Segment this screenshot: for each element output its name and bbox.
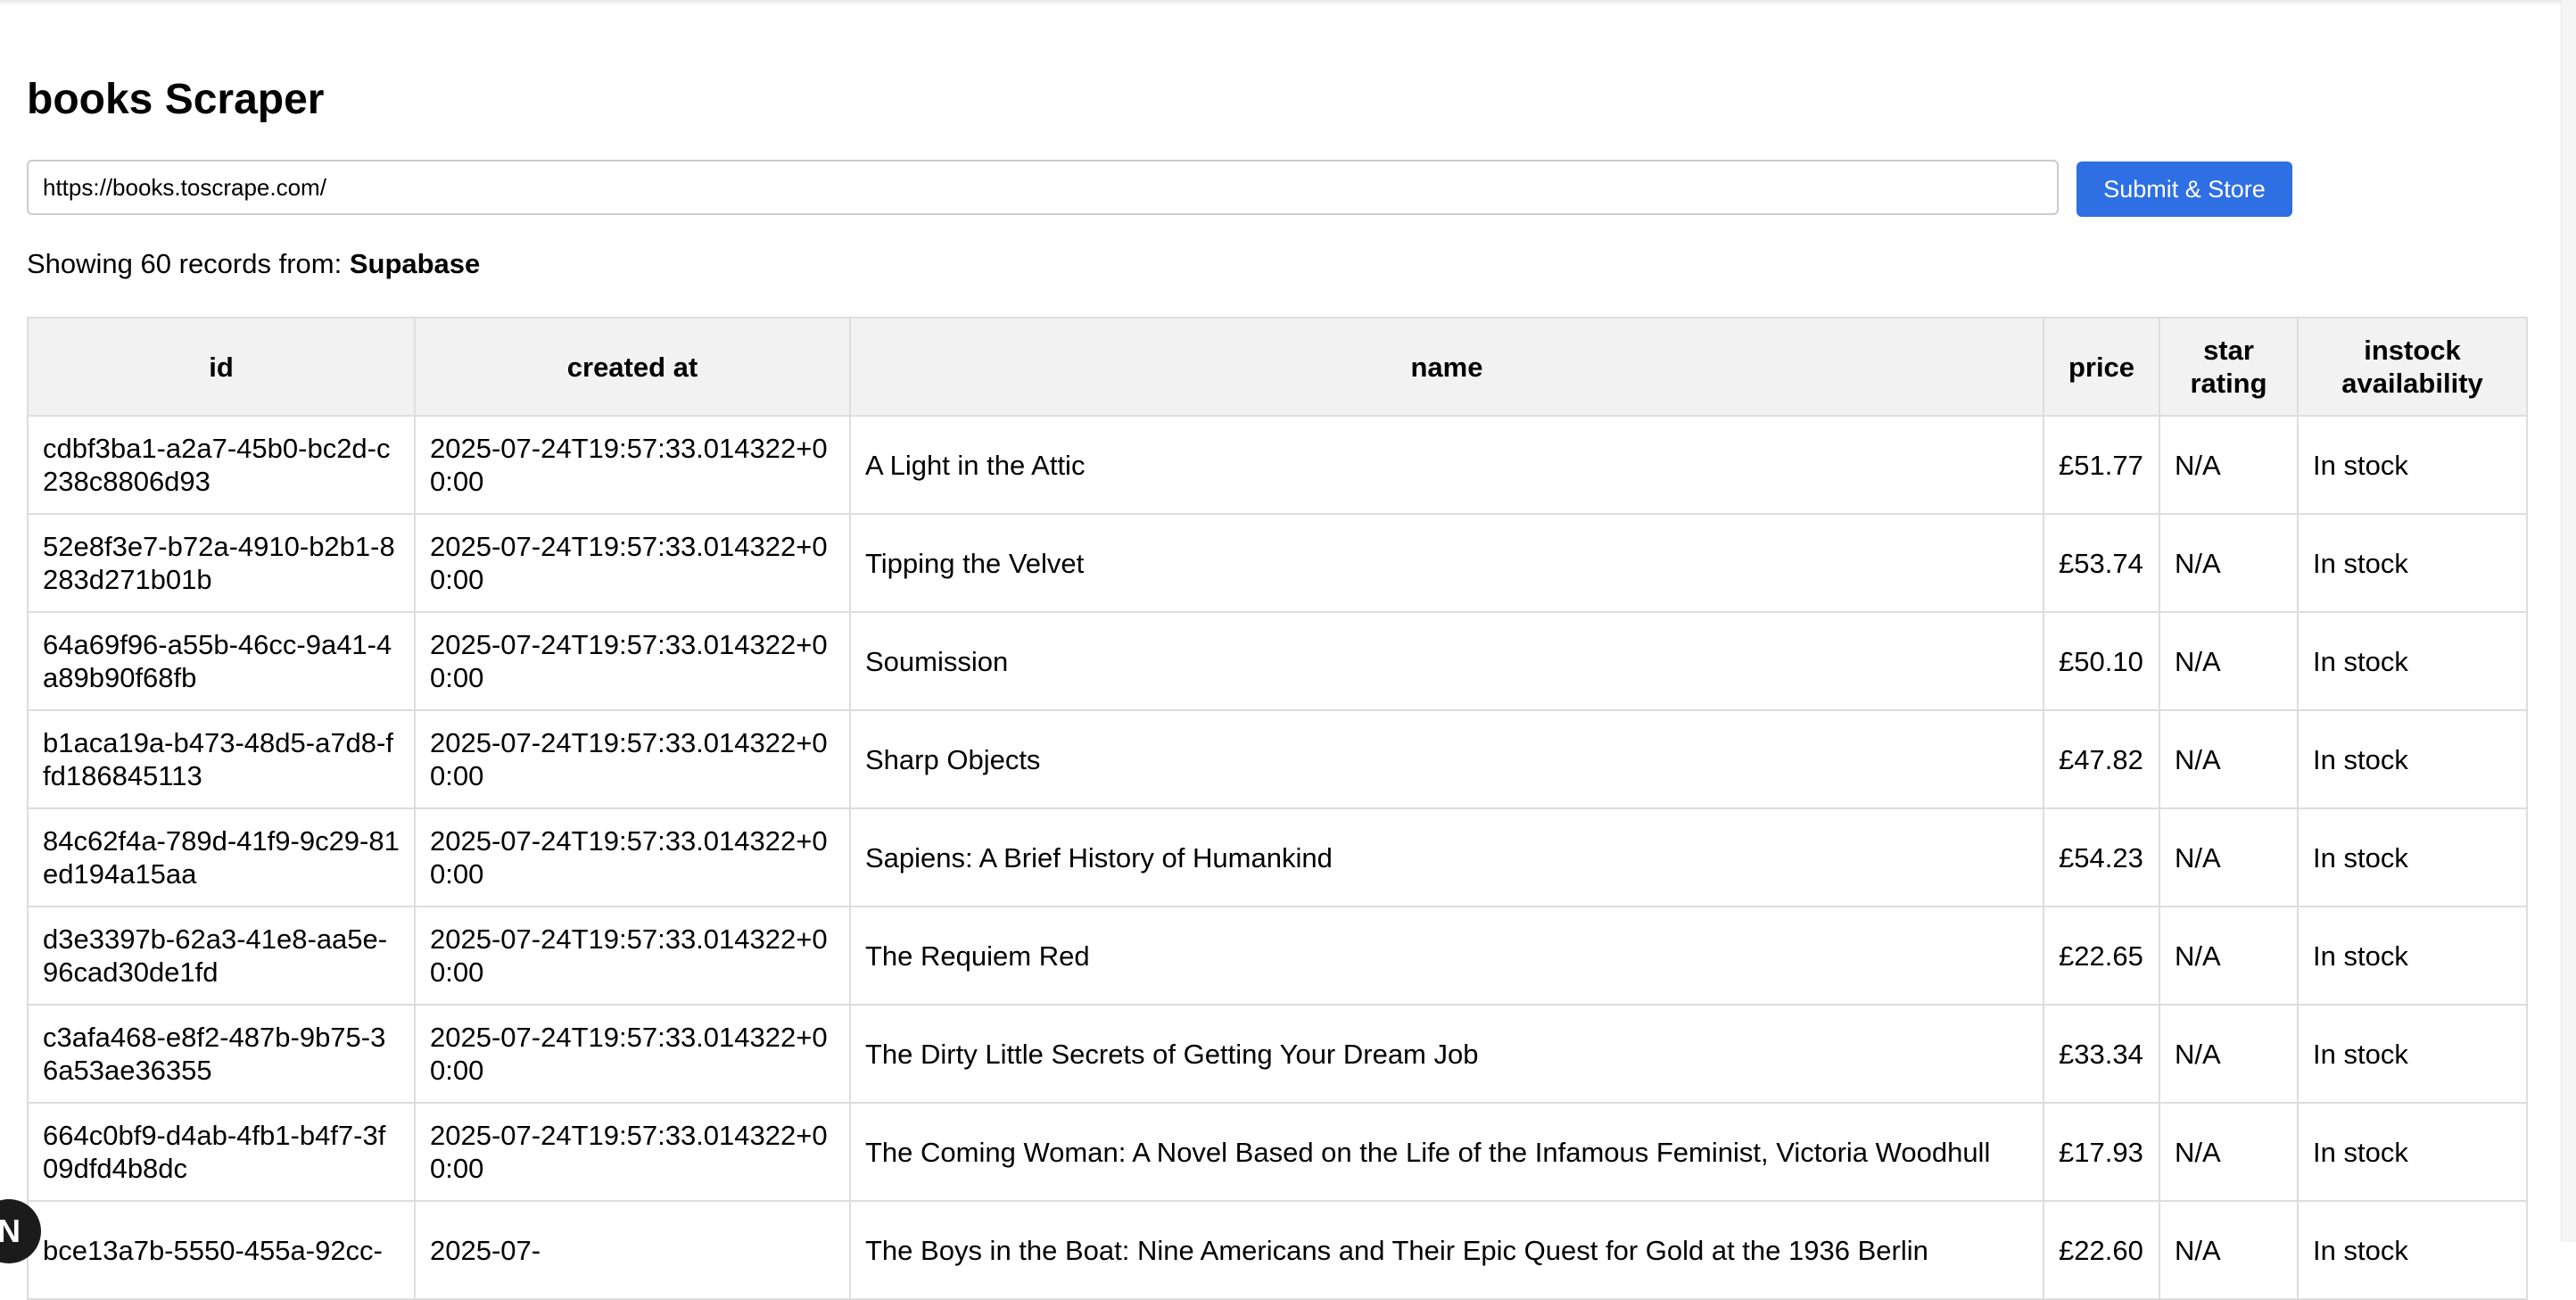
cell-price: £17.93 (2043, 1102, 2160, 1202)
records-source: Supabase (349, 248, 481, 279)
cell-id: bce13a7b-5550-455a-92cc- (27, 1200, 416, 1300)
cell-id: 64a69f96-a55b-46cc-9a41-4a89b90f68fb (27, 611, 416, 711)
table-row: 64a69f96-a55b-46cc-9a41-4a89b90f68fb 202… (27, 611, 2528, 711)
column-header-created-at[interactable]: created at (414, 317, 851, 417)
window-top-shadow (0, 0, 2562, 5)
cell-price: £51.77 (2043, 415, 2160, 515)
cell-availability: In stock (2297, 513, 2528, 613)
cell-name: Sharp Objects (849, 709, 2044, 809)
cell-id: 52e8f3e7-b72a-4910-b2b1-8283d271b01b (27, 513, 416, 613)
table-header-row: id created at name price star rating ins… (27, 317, 2528, 417)
column-header-star-rating[interactable]: star rating (2159, 317, 2299, 417)
cell-star-rating: N/A (2159, 807, 2299, 907)
column-header-id[interactable]: id (27, 317, 416, 417)
cell-id: c3afa468-e8f2-487b-9b75-36a53ae36355 (27, 1004, 416, 1104)
table-row: b1aca19a-b473-48d5-a7d8-ffd186845113 202… (27, 709, 2528, 809)
column-header-price[interactable]: price (2043, 317, 2160, 417)
cell-price: £33.34 (2043, 1004, 2160, 1104)
cell-created-at: 2025-07-24T19:57:33.014322+00:00 (414, 709, 851, 809)
cell-created-at: 2025-07-24T19:57:33.014322+00:00 (414, 807, 851, 907)
records-status-prefix: Showing 60 records from: (27, 248, 350, 279)
cell-price: £54.23 (2043, 807, 2160, 907)
cell-price: £22.60 (2043, 1200, 2160, 1300)
cell-id: 664c0bf9-d4ab-4fb1-b4f7-3f09dfd4b8dc (27, 1102, 416, 1202)
table-row: cdbf3ba1-a2a7-45b0-bc2d-c238c8806d93 202… (27, 415, 2528, 515)
column-header-availability[interactable]: instock availability (2297, 317, 2528, 417)
books-table: id created at name price star rating ins… (27, 317, 2528, 1300)
column-header-name[interactable]: name (849, 317, 2044, 417)
cell-name: Sapiens: A Brief History of Humankind (849, 807, 2044, 907)
cell-availability: In stock (2297, 1200, 2528, 1300)
cell-price: £50.10 (2043, 611, 2160, 711)
cell-availability: In stock (2297, 1004, 2528, 1104)
scrollbar[interactable] (2561, 0, 2576, 1242)
cell-created-at: 2025-07-24T19:57:33.014322+00:00 (414, 611, 851, 711)
cell-price: £47.82 (2043, 709, 2160, 809)
cell-name: Soumission (849, 611, 2044, 711)
cell-name: The Coming Woman: A Novel Based on the L… (849, 1102, 2044, 1202)
cell-created-at: 2025-07-24T19:57:33.014322+00:00 (414, 513, 851, 613)
cell-created-at: 2025-07-24T19:57:33.014322+00:00 (414, 1004, 851, 1104)
cell-id: 84c62f4a-789d-41f9-9c29-81ed194a15aa (27, 807, 416, 907)
cell-created-at: 2025-07-24T19:57:33.014322+00:00 (414, 415, 851, 515)
cell-id: cdbf3ba1-a2a7-45b0-bc2d-c238c8806d93 (27, 415, 416, 515)
cell-star-rating: N/A (2159, 906, 2299, 1006)
cell-created-at: 2025-07-24T19:57:33.014322+00:00 (414, 1102, 851, 1202)
cell-name: A Light in the Attic (849, 415, 2044, 515)
cell-star-rating: N/A (2159, 1200, 2299, 1300)
cell-availability: In stock (2297, 1102, 2528, 1202)
cell-created-at: 2025-07-24T19:57:33.014322+00:00 (414, 906, 851, 1006)
cell-id: d3e3397b-62a3-41e8-aa5e-96cad30de1fd (27, 906, 416, 1006)
cell-star-rating: N/A (2159, 709, 2299, 809)
table-row: 52e8f3e7-b72a-4910-b2b1-8283d271b01b 202… (27, 513, 2528, 613)
cell-star-rating: N/A (2159, 415, 2299, 515)
table-row: bce13a7b-5550-455a-92cc- 2025-07- The Bo… (27, 1200, 2528, 1300)
cell-star-rating: N/A (2159, 611, 2299, 711)
cell-availability: In stock (2297, 709, 2528, 809)
table-row: 84c62f4a-789d-41f9-9c29-81ed194a15aa 202… (27, 807, 2528, 907)
page-title: books Scraper (27, 76, 325, 123)
url-input[interactable] (27, 160, 2059, 215)
cell-star-rating: N/A (2159, 1004, 2299, 1104)
cell-name: The Dirty Little Secrets of Getting Your… (849, 1004, 2044, 1104)
table-row: c3afa468-e8f2-487b-9b75-36a53ae36355 202… (27, 1004, 2528, 1104)
records-status: Showing 60 records from: Supabase (27, 246, 480, 282)
cell-star-rating: N/A (2159, 513, 2299, 613)
submit-store-button[interactable]: Submit & Store (2076, 161, 2292, 217)
cell-star-rating: N/A (2159, 1102, 2299, 1202)
cell-price: £53.74 (2043, 513, 2160, 613)
cell-availability: In stock (2297, 611, 2528, 711)
cell-price: £22.65 (2043, 906, 2160, 1006)
cell-availability: In stock (2297, 415, 2528, 515)
cell-name: Tipping the Velvet (849, 513, 2044, 613)
cell-availability: In stock (2297, 906, 2528, 1006)
table-row: 664c0bf9-d4ab-4fb1-b4f7-3f09dfd4b8dc 202… (27, 1102, 2528, 1202)
cell-availability: In stock (2297, 807, 2528, 907)
cell-name: The Boys in the Boat: Nine Americans and… (849, 1200, 2044, 1300)
table-row: d3e3397b-62a3-41e8-aa5e-96cad30de1fd 202… (27, 906, 2528, 1006)
cell-name: The Requiem Red (849, 906, 2044, 1006)
cell-id: b1aca19a-b473-48d5-a7d8-ffd186845113 (27, 709, 416, 809)
cell-created-at: 2025-07- (414, 1200, 851, 1300)
